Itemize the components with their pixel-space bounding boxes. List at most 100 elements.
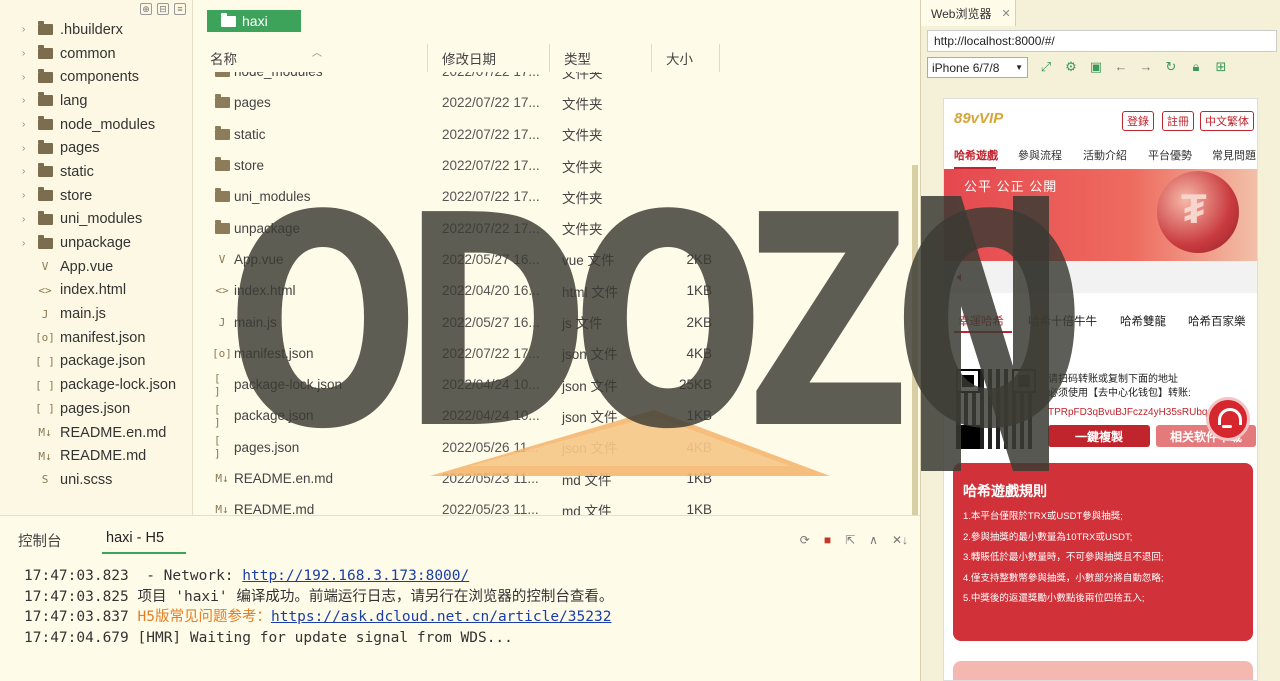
copy-button[interactable]: 一鍵複製 (1048, 425, 1150, 447)
file-row[interactable]: M↓ README.md 2022/05/23 11... md 文件 1KB (196, 494, 918, 515)
tab-haxi-h5[interactable]: haxi - H5 (106, 530, 164, 546)
lock-icon[interactable]: 🔒︎ (1189, 59, 1203, 75)
forward-icon[interactable]: → (1139, 59, 1153, 75)
tree-file[interactable]: M↓ README.md (0, 444, 192, 468)
faq-link[interactable]: https://ask.dcloud.net.cn/article/35232 (271, 609, 611, 625)
file-row[interactable]: <> index.html 2022/04/20 16... html 文件 1KB (196, 275, 918, 306)
file-row[interactable]: [ ] package-lock.json 2022/04/24 10... json… (196, 369, 918, 400)
chevron-right-icon[interactable]: › (22, 72, 36, 83)
restart-icon[interactable]: ⟳ (800, 533, 810, 547)
game-tab-lucky[interactable]: 幸運哈希 (958, 313, 1004, 329)
collapse-panel-icon[interactable]: ∧ (869, 533, 878, 547)
tab-console[interactable]: 控制台 (18, 530, 62, 551)
tree-file[interactable]: Jmain.js (0, 302, 192, 326)
chevron-right-icon[interactable]: › (22, 238, 36, 249)
file-list-scrollbar[interactable] (912, 165, 918, 515)
file-row[interactable]: [ ] package.json 2022/04/24 10... json 文件 1K… (196, 400, 918, 431)
qr-icon[interactable]: ⊞ (1214, 59, 1228, 75)
tree-file[interactable]: [ ] package.json (0, 350, 192, 374)
reload-icon[interactable]: ↻ (1164, 59, 1178, 75)
chevron-right-icon[interactable]: › (22, 166, 36, 177)
url-input[interactable]: http://localhost:8000/#/ (927, 30, 1277, 52)
file-name-cell: [ ] package.json (196, 403, 428, 429)
collapse-icon[interactable]: ⊟ (157, 3, 169, 15)
tree-file[interactable]: M↓ README.en.md (0, 421, 192, 445)
nav-events[interactable]: 活動介紹 (1083, 147, 1127, 163)
column-name[interactable]: 名称 ︿ (196, 44, 428, 72)
file-row[interactable]: static 2022/07/22 17... 文件夹 (196, 119, 918, 150)
file-row[interactable]: unpackage 2022/07/22 17... 文件夹 (196, 212, 918, 243)
tree-file[interactable]: [o] manifest.json (0, 326, 192, 350)
settings-icon[interactable]: ⚙ (1064, 59, 1078, 75)
close-icon[interactable]: ✕ (1001, 7, 1010, 20)
customer-support-icon[interactable] (1206, 397, 1250, 441)
login-button[interactable]: 登錄 (1122, 111, 1154, 131)
file-row[interactable]: Jmain.js 2022/05/27 16... js 文件 2KB (196, 306, 918, 337)
nav-advantages[interactable]: 平台優勢 (1148, 147, 1192, 163)
add-icon[interactable]: ⊕ (140, 3, 152, 15)
nav-process[interactable]: 參與流程 (1018, 147, 1062, 163)
chevron-right-icon[interactable]: › (22, 214, 36, 225)
column-date[interactable]: 修改日期 (428, 44, 550, 72)
screenshot-icon[interactable]: ⤢ (1039, 59, 1053, 75)
tree-folder[interactable]: › store (0, 184, 192, 208)
console-panel: 控制台 haxi - H5 ⟳ ■ ⇱ ∧ ✕↓ 17:47:03.823 - … (0, 515, 920, 681)
bottom-card (953, 661, 1253, 680)
chevron-right-icon[interactable]: › (22, 143, 36, 154)
tree-file[interactable]: <> index.html (0, 279, 192, 303)
file-row[interactable]: pages 2022/07/22 17... 文件夹 (196, 87, 918, 118)
tree-file[interactable]: [ ] pages.json (0, 397, 192, 421)
tab-web-browser[interactable]: Web浏览器 ✕ (921, 0, 1016, 26)
open-external-icon[interactable]: ⇱ (845, 533, 855, 547)
chevron-right-icon[interactable]: › (22, 119, 36, 130)
tree-folder[interactable]: › .hbuilderx (0, 18, 192, 42)
menu-icon[interactable]: ≡ (174, 3, 186, 15)
tree-folder[interactable]: › common (0, 42, 192, 66)
stop-icon[interactable]: ■ (824, 533, 831, 547)
column-size[interactable]: 大小 (652, 44, 720, 72)
chevron-right-icon[interactable]: › (22, 24, 36, 35)
file-size: 2KB (686, 251, 712, 267)
nav-hash-game[interactable]: 哈希遊戲 (954, 147, 998, 163)
game-tab-dragon[interactable]: 哈希雙龍 (1120, 313, 1166, 329)
qr-text-line: 必须使用【去中心化钱包】转账: (1048, 388, 1191, 399)
tree-folder[interactable]: › unpackage (0, 231, 192, 255)
close-panel-icon[interactable]: ✕↓ (892, 533, 908, 547)
tree-folder[interactable]: › uni_modules (0, 208, 192, 232)
nav-faq[interactable]: 常見問題 (1212, 147, 1256, 163)
tree-file-label: pages.json (60, 400, 131, 417)
tree-folder[interactable]: › lang (0, 89, 192, 113)
tree-folder[interactable]: › node_modules (0, 113, 192, 137)
tree-folder[interactable]: › pages (0, 136, 192, 160)
chevron-right-icon[interactable]: › (22, 48, 36, 59)
chevron-right-icon[interactable]: › (22, 190, 36, 201)
game-tab-niuniu[interactable]: 哈希十倍牛牛 (1028, 313, 1097, 329)
tree-file[interactable]: Suni.scss (0, 468, 192, 492)
device-select[interactable]: iPhone 6/7/8 ▼ (927, 57, 1028, 78)
log-text: 项目 'haxi' 编译成功。前端运行日志，请另行在浏览器的控制台查看。 (137, 588, 614, 605)
register-button[interactable]: 註冊 (1162, 111, 1194, 131)
file-name: README.md (234, 502, 315, 515)
chevron-right-icon[interactable]: › (22, 95, 36, 106)
tree-folder[interactable]: › static (0, 160, 192, 184)
game-tabs: 幸運哈希 哈希十倍牛牛 哈希雙龍 哈希百家樂 (944, 293, 1257, 341)
file-row[interactable]: V App.vue 2022/05/27 16... vue 文件 2KB (196, 244, 918, 275)
language-button[interactable]: 中文繁体 (1200, 111, 1254, 131)
file-row[interactable]: uni_modules 2022/07/22 17... 文件夹 (196, 181, 918, 212)
breadcrumb[interactable]: haxi (207, 10, 301, 32)
network-link[interactable]: http://192.168.3.173:8000/ (242, 568, 469, 584)
site-logo[interactable]: 89vVIP (954, 110, 1003, 127)
tree-file[interactable]: V App.vue (0, 255, 192, 279)
tree-file[interactable]: [ ] package-lock.json (0, 373, 192, 397)
game-tab-baccarat[interactable]: 哈希百家樂 (1188, 313, 1246, 329)
file-row[interactable]: [ ] pages.json 2022/05/26 11... json 文件 4KB (196, 432, 918, 463)
file-icon: M↓ (215, 472, 229, 485)
file-row[interactable]: [o] manifest.json 2022/07/22 17... json 文件 4… (196, 338, 918, 369)
file-row[interactable]: store 2022/07/22 17... 文件夹 (196, 150, 918, 181)
column-type[interactable]: 类型 (550, 44, 652, 72)
tree-folder[interactable]: › components (0, 65, 192, 89)
tree-folder-label: unpackage (60, 235, 131, 252)
back-icon[interactable]: ← (1114, 59, 1128, 75)
file-row[interactable]: M↓ README.en.md 2022/05/23 11... md 文件 1KB (196, 463, 918, 494)
devtools-icon[interactable]: ▣ (1089, 59, 1103, 75)
